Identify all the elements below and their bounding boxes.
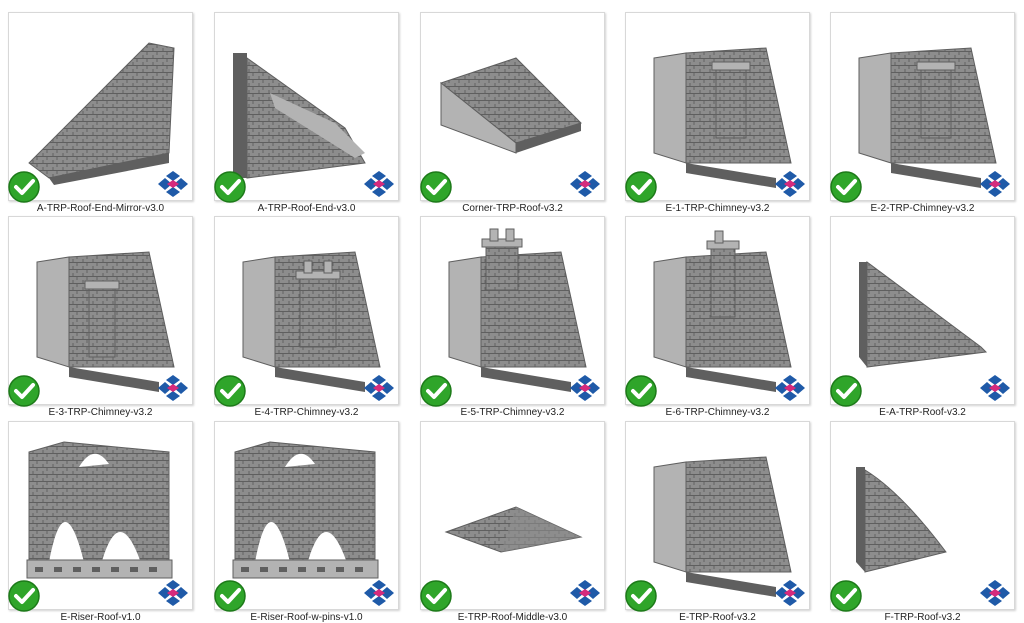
file-tile[interactable]: E-2-TRP-Chimney-v3.2	[829, 12, 1015, 214]
file-thumbnail[interactable]	[829, 12, 1015, 204]
file-name-label[interactable]: A-TRP-Roof-End-Mirror-v3.0	[8, 203, 193, 214]
check-icon	[419, 579, 453, 613]
check-icon	[7, 374, 41, 408]
file-tile[interactable]: E-Riser-Roof-v1.0	[7, 421, 193, 623]
file-thumbnail[interactable]	[7, 12, 193, 204]
file-tile[interactable]: E-1-TRP-Chimney-v3.2	[624, 12, 810, 214]
file-thumbnail[interactable]	[829, 216, 1015, 408]
file-tile[interactable]: E-6-TRP-Chimney-v3.2	[624, 216, 810, 418]
file-name-label[interactable]: Corner-TRP-Roof-v3.2	[420, 203, 605, 214]
file-thumbnail[interactable]	[213, 421, 399, 613]
file-tile[interactable]: F-TRP-Roof-v3.2	[829, 421, 1015, 623]
file-name-label[interactable]: E-5-TRP-Chimney-v3.2	[420, 407, 605, 418]
file-name-label[interactable]: F-TRP-Roof-v3.2	[830, 612, 1015, 623]
file-name-label[interactable]: E-1-TRP-Chimney-v3.2	[625, 203, 810, 214]
file-tile[interactable]: Corner-TRP-Roof-v3.2	[419, 12, 605, 214]
file-tile[interactable]: E-Riser-Roof-w-pins-v1.0	[213, 421, 399, 623]
file-tile[interactable]: E-5-TRP-Chimney-v3.2	[419, 216, 605, 418]
file-tile[interactable]: A-TRP-Roof-End-Mirror-v3.0	[7, 12, 193, 214]
file-thumbnail[interactable]	[624, 216, 810, 408]
file-thumbnail[interactable]	[624, 421, 810, 613]
app-logo-icon	[773, 374, 807, 404]
check-icon	[7, 170, 41, 204]
check-icon	[419, 170, 453, 204]
file-thumbnail[interactable]	[419, 12, 605, 204]
check-icon	[213, 579, 247, 613]
app-logo-icon	[773, 579, 807, 609]
check-icon	[829, 579, 863, 613]
check-icon	[419, 374, 453, 408]
file-name-label[interactable]: E-TRP-Roof-v3.2	[625, 612, 810, 623]
file-name-label[interactable]: E-A-TRP-Roof-v3.2	[830, 407, 1015, 418]
file-thumbnail[interactable]	[7, 421, 193, 613]
file-name-label[interactable]: E-6-TRP-Chimney-v3.2	[625, 407, 810, 418]
file-thumbnail[interactable]	[419, 421, 605, 613]
file-name-label[interactable]: E-3-TRP-Chimney-v3.2	[8, 407, 193, 418]
file-tile[interactable]: A-TRP-Roof-End-v3.0	[213, 12, 399, 214]
app-logo-icon	[156, 170, 190, 200]
check-icon	[829, 170, 863, 204]
app-logo-icon	[156, 374, 190, 404]
file-tile[interactable]: E-3-TRP-Chimney-v3.2	[7, 216, 193, 418]
file-tile[interactable]: E-4-TRP-Chimney-v3.2	[213, 216, 399, 418]
app-logo-icon	[568, 170, 602, 200]
file-name-label[interactable]: E-2-TRP-Chimney-v3.2	[830, 203, 1015, 214]
file-name-label[interactable]: E-Riser-Roof-v1.0	[8, 612, 193, 623]
app-logo-icon	[978, 579, 1012, 609]
check-icon	[624, 579, 658, 613]
file-grid: A-TRP-Roof-End-Mirror-v3.0 A-TRP-Roof-End…	[0, 0, 1024, 623]
file-tile[interactable]: E-TRP-Roof-Middle-v3.0	[419, 421, 605, 623]
file-thumbnail[interactable]	[419, 216, 605, 408]
check-icon	[7, 579, 41, 613]
check-icon	[624, 170, 658, 204]
file-tile[interactable]: E-A-TRP-Roof-v3.2	[829, 216, 1015, 418]
file-name-label[interactable]: E-Riser-Roof-w-pins-v1.0	[214, 612, 399, 623]
file-thumbnail[interactable]	[829, 421, 1015, 613]
app-logo-icon	[773, 170, 807, 200]
file-name-label[interactable]: E-4-TRP-Chimney-v3.2	[214, 407, 399, 418]
file-thumbnail[interactable]	[213, 216, 399, 408]
app-logo-icon	[568, 579, 602, 609]
check-icon	[213, 374, 247, 408]
file-name-label[interactable]: A-TRP-Roof-End-v3.0	[214, 203, 399, 214]
file-thumbnail[interactable]	[624, 12, 810, 204]
file-thumbnail[interactable]	[7, 216, 193, 408]
app-logo-icon	[978, 374, 1012, 404]
app-logo-icon	[156, 579, 190, 609]
app-logo-icon	[362, 374, 396, 404]
file-thumbnail[interactable]	[213, 12, 399, 204]
check-icon	[624, 374, 658, 408]
app-logo-icon	[568, 374, 602, 404]
file-name-label[interactable]: E-TRP-Roof-Middle-v3.0	[420, 612, 605, 623]
check-icon	[213, 170, 247, 204]
check-icon	[829, 374, 863, 408]
file-tile[interactable]: E-TRP-Roof-v3.2	[624, 421, 810, 623]
app-logo-icon	[978, 170, 1012, 200]
app-logo-icon	[362, 579, 396, 609]
app-logo-icon	[362, 170, 396, 200]
